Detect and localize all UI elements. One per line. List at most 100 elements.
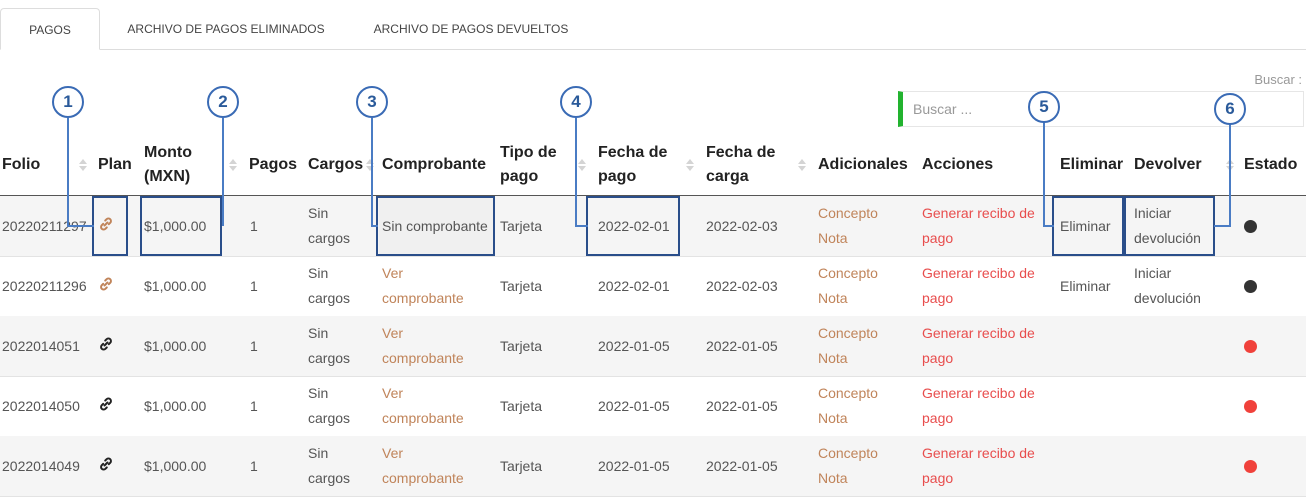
link-icon[interactable] (98, 336, 114, 354)
concepto-link[interactable]: Concepto (818, 261, 878, 286)
sort-fecha-pago-icon[interactable] (686, 135, 694, 195)
generar-recibo-link[interactable]: Generar recibo de pago (922, 436, 1035, 496)
cell-monto: $1,000.00 (144, 457, 207, 474)
tab-pagos[interactable]: PAGOS (0, 8, 100, 50)
callout-5-line (1043, 118, 1045, 226)
iniciar-devolucion-link[interactable]: Iniciar devolución (1134, 256, 1201, 316)
header-estado[interactable]: Estado (1244, 135, 1297, 195)
iniciar-devolucion-link[interactable]: Iniciar devolución (1134, 196, 1201, 256)
sort-fecha-carga-icon[interactable] (798, 135, 806, 195)
header-comprobante[interactable]: Comprobante (382, 135, 486, 195)
header-fecha-carga-line1: Fecha de (706, 144, 776, 161)
cell-folio: 2022014049 (2, 457, 80, 474)
callout-4: 4 (560, 86, 592, 118)
cell-tipo-pago: Tarjeta (500, 457, 543, 474)
generar-recibo-line2: pago (922, 290, 954, 306)
generar-recibo-link[interactable]: Generar recibo de pago (922, 376, 1035, 436)
cell-comprobante-line1: Ver (382, 385, 404, 401)
devolucion-line2: devolución (1134, 230, 1201, 246)
header-fecha-pago[interactable]: Fecha de pago (598, 135, 667, 195)
cell-cargos-line1: Sin (308, 205, 329, 221)
generar-recibo-link[interactable]: Generar recibo de pago (922, 316, 1035, 376)
tab-pagos-devueltos[interactable]: ARCHIVO DE PAGOS DEVUELTOS (362, 8, 580, 50)
header-folio[interactable]: Folio (2, 135, 40, 195)
cell-fecha-carga: 2022-01-05 (706, 397, 778, 414)
cell-tipo-pago: Tarjeta (500, 337, 543, 354)
status-dot (1244, 340, 1257, 353)
generar-recibo-link[interactable]: Generar recibo de pago (922, 256, 1035, 316)
concepto-link[interactable]: Concepto (818, 441, 878, 466)
status-dot (1244, 400, 1257, 413)
sort-monto-icon[interactable] (229, 135, 237, 195)
table-header-row: Folio Plan Monto (MXN) Pagos Cargos Comp… (0, 135, 1306, 196)
nota-link[interactable]: Nota (818, 346, 848, 371)
cell-fecha-pago: 2022-01-05 (598, 457, 670, 474)
devolucion-line1: Iniciar (1134, 205, 1172, 221)
tab-pagos-eliminados[interactable]: ARCHIVO DE PAGOS ELIMINADOS (116, 8, 336, 50)
eliminar-link[interactable]: Eliminar (1060, 196, 1111, 256)
cell-monto: $1,000.00 (144, 217, 207, 234)
generar-recibo-line1: Generar recibo de (922, 325, 1035, 341)
concepto-link[interactable]: Concepto (818, 201, 878, 226)
adicionales-links: Concepto Nota (818, 376, 878, 436)
nota-link[interactable]: Nota (818, 226, 848, 251)
header-plan[interactable]: Plan (98, 135, 132, 195)
adicionales-links: Concepto Nota (818, 316, 878, 376)
cell-cargos-line2: cargos (308, 350, 351, 366)
callout-6-line-h (1214, 225, 1231, 227)
cell-cargos: Sin cargos (308, 376, 350, 436)
link-icon[interactable] (98, 396, 114, 414)
generar-recibo-line2: pago (922, 410, 954, 426)
cell-pagos: 1 (250, 397, 258, 414)
ver-comprobante-link[interactable]: Ver comprobante (382, 256, 464, 316)
link-icon[interactable] (98, 456, 114, 474)
sort-folio-icon[interactable] (79, 135, 87, 195)
ver-comprobante-link[interactable]: Ver comprobante (382, 436, 464, 496)
cell-folio: 2022014051 (2, 337, 80, 354)
cell-cargos-line1: Sin (308, 385, 329, 401)
link-icon[interactable] (98, 216, 114, 234)
cell-cargos: Sin cargos (308, 316, 350, 376)
callout-2-line (222, 118, 224, 226)
callout-5: 5 (1028, 91, 1060, 123)
cell-comprobante-line2: comprobante (382, 290, 464, 306)
status-dot (1244, 460, 1257, 473)
cell-folio: 20220211296 (2, 277, 87, 294)
generar-recibo-link[interactable]: Generar recibo de pago (922, 196, 1035, 256)
concepto-link[interactable]: Concepto (818, 381, 878, 406)
ver-comprobante-link[interactable]: Ver comprobante (382, 316, 464, 376)
ver-comprobante-link[interactable]: Ver comprobante (382, 376, 464, 436)
cell-monto: $1,000.00 (144, 337, 207, 354)
nota-link[interactable]: Nota (818, 466, 848, 491)
cell-monto: $1,000.00 (144, 397, 207, 414)
header-tipo-pago[interactable]: Tipo de pago (500, 135, 557, 195)
header-devolver[interactable]: Devolver (1134, 135, 1202, 195)
search-label: Buscar : (1254, 72, 1302, 87)
sort-tipo-icon[interactable] (578, 135, 586, 195)
table-row: 2022014049 $1,000.00 1 Sin cargos Ver comproba… (0, 436, 1306, 497)
callout-1-line-h (67, 225, 94, 227)
status-dot (1244, 280, 1257, 293)
header-monto[interactable]: Monto (MXN) (144, 135, 192, 195)
header-pagos[interactable]: Pagos (249, 135, 297, 195)
cell-fecha-pago: 2022-02-01 (598, 217, 670, 234)
header-fecha-carga[interactable]: Fecha de carga (706, 135, 775, 195)
concepto-link[interactable]: Concepto (818, 321, 878, 346)
cell-fecha-carga: 2022-02-03 (706, 277, 778, 294)
nota-link[interactable]: Nota (818, 406, 848, 431)
cell-pagos: 1 (250, 217, 258, 234)
header-adicionales[interactable]: Adicionales (818, 135, 908, 195)
link-icon[interactable] (98, 276, 114, 294)
table-row: 20220211297 $1,000.00 1 Sin cargos Sin compro… (0, 196, 1306, 257)
generar-recibo-line1: Generar recibo de (922, 445, 1035, 461)
table-row: 2022014051 $1,000.00 1 Sin cargos Ver comproba… (0, 316, 1306, 377)
cell-cargos: Sin cargos (308, 436, 350, 496)
header-cargos[interactable]: Cargos (308, 135, 363, 195)
cell-comprobante-line2: comprobante (382, 470, 464, 486)
eliminar-link[interactable]: Eliminar (1060, 256, 1111, 316)
header-acciones[interactable]: Acciones (922, 135, 993, 195)
callout-6-line (1229, 118, 1231, 226)
nota-link[interactable]: Nota (818, 286, 848, 311)
header-tipo-line1: Tipo de (500, 144, 557, 161)
header-eliminar[interactable]: Eliminar (1060, 135, 1123, 195)
